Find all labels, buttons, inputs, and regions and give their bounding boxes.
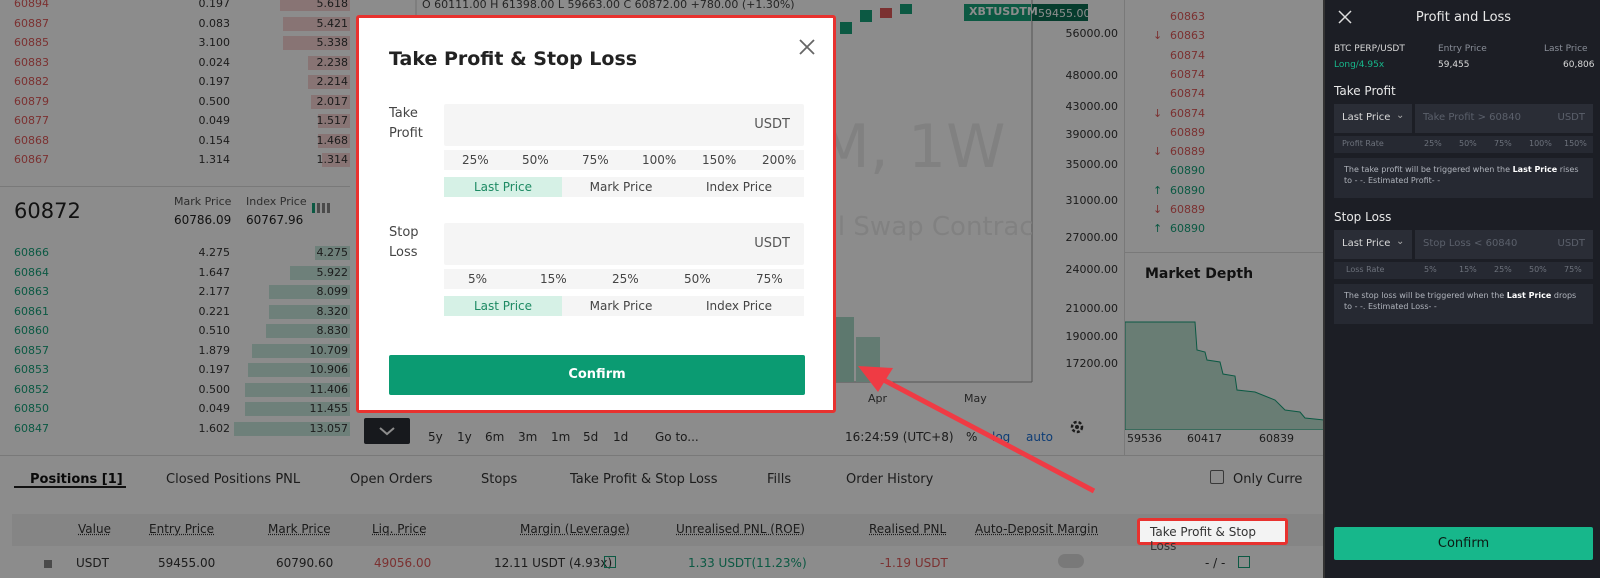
rate-option[interactable]: 15% [1459, 265, 1477, 274]
tpsl-column-header: Take Profit & Stop Loss [1150, 525, 1256, 553]
mobile-tp-note: The take profit will be triggered when t… [1334, 158, 1593, 198]
mobile-tp-select-label: Last Price [1342, 112, 1391, 123]
rate-option[interactable]: 25% [1494, 265, 1512, 274]
take-profit-input[interactable]: USDT [444, 104, 804, 146]
stop-loss-input[interactable]: USDT [444, 223, 804, 265]
chevron-down-icon: ⌄ [1396, 236, 1405, 247]
rate-option[interactable]: 100% [1529, 139, 1552, 148]
rate-option[interactable]: 50% [1529, 265, 1547, 274]
stop-loss-unit: USDT [754, 236, 790, 251]
price-type-option[interactable]: Last Price [444, 296, 562, 316]
percent-option[interactable]: 100% [642, 153, 676, 167]
chevron-down-icon: ⌄ [1396, 110, 1405, 121]
percent-option[interactable]: 50% [522, 153, 549, 167]
mobile-pair: BTC PERP/USDT [1334, 44, 1405, 54]
rate-option[interactable]: 50% [1459, 139, 1477, 148]
rate-option[interactable]: 75% [1564, 265, 1582, 274]
rate-option[interactable]: 25% [1424, 139, 1442, 148]
percent-option[interactable]: 75% [582, 153, 609, 167]
mobile-tp-unit: USDT [1557, 112, 1585, 123]
take-profit-label: Take Profit [389, 106, 423, 141]
percent-option[interactable]: 25% [462, 153, 489, 167]
screenshot-root: 60894 0.197 5.618 60887 0.083 5.421 60885 3.100… [0, 0, 1600, 578]
mobile-sl-price-type-select[interactable]: Last Price ⌄ [1334, 230, 1412, 259]
mobile-tp-placeholder: Take Profit > 60840 [1423, 112, 1521, 123]
mobile-confirm-button[interactable]: Confirm [1334, 527, 1593, 560]
mobile-last-label: Last Price [1544, 44, 1588, 54]
tpsl-modal: Take Profit & Stop Loss Take Profit USDT… [356, 15, 836, 413]
percent-option[interactable]: 150% [702, 153, 736, 167]
sl-note-text: The stop loss will be triggered when the [1344, 291, 1507, 300]
sl-note-bold: Last Price [1506, 291, 1552, 300]
price-type-option[interactable]: Mark Price [562, 177, 680, 197]
rate-option[interactable]: 5% [1424, 265, 1437, 274]
mobile-side: Long/4.95x [1334, 60, 1385, 70]
mobile-sl-input[interactable]: Stop Loss < 60840 USDT [1415, 230, 1593, 259]
price-type-option[interactable]: Index Price [680, 177, 798, 197]
take-profit-unit: USDT [754, 117, 790, 132]
price-type-option[interactable]: Index Price [680, 296, 798, 316]
stop-loss-price-type: Last Price Mark Price Index Price [444, 296, 804, 316]
mobile-stop-loss-title: Stop Loss [1334, 210, 1392, 224]
rate-option[interactable]: 150% [1564, 139, 1587, 148]
mobile-pnl-panel: Profit and Loss BTC PERP/USDT Entry Pric… [1323, 0, 1600, 578]
stop-loss-label: Stop Loss [389, 225, 419, 260]
percent-option[interactable]: 25% [612, 272, 639, 286]
mobile-entry-label: Entry Price [1438, 44, 1487, 54]
profit-rate-label: Profit Rate [1342, 139, 1384, 148]
percent-option[interactable]: 50% [684, 272, 711, 286]
mobile-last-value: 60,806 [1563, 60, 1595, 70]
loss-rate-label: Loss Rate [1346, 265, 1385, 274]
mobile-sl-placeholder: Stop Loss < 60840 [1423, 238, 1518, 249]
tp-note-bold: Last Price [1512, 165, 1558, 174]
mobile-sl-note: The stop loss will be triggered when the… [1334, 284, 1593, 324]
tp-note-text: The take profit will be triggered when t… [1344, 165, 1513, 174]
take-profit-percent-row: 25% 50% 75% 100% 150% 200% [444, 150, 804, 170]
close-icon[interactable] [796, 36, 818, 58]
percent-option[interactable]: 15% [540, 272, 567, 286]
mobile-profit-rate-row: Profit Rate 25% 50% 75% 100% 150% [1334, 136, 1593, 153]
mobile-tp-price-type-select[interactable]: Last Price ⌄ [1334, 104, 1412, 133]
desktop-trading-view: 60894 0.197 5.618 60887 0.083 5.421 60885 3.100… [0, 0, 1323, 578]
mobile-sl-select-label: Last Price [1342, 238, 1391, 249]
mobile-entry-value: 59,455 [1438, 60, 1470, 70]
price-type-option[interactable]: Mark Price [562, 296, 680, 316]
percent-option[interactable]: 200% [762, 153, 796, 167]
tpsl-column-highlight: Take Profit & Stop Loss [1137, 518, 1288, 553]
price-type-option[interactable]: Last Price [444, 177, 562, 197]
modal-title: Take Profit & Stop Loss [389, 48, 638, 70]
percent-option[interactable]: 75% [756, 272, 783, 286]
take-profit-price-type: Last Price Mark Price Index Price [444, 177, 804, 197]
mobile-tp-input[interactable]: Take Profit > 60840 USDT [1415, 104, 1593, 133]
percent-option[interactable]: 5% [468, 272, 487, 286]
mobile-sl-unit: USDT [1557, 238, 1585, 249]
confirm-button[interactable]: Confirm [389, 355, 805, 395]
mobile-loss-rate-row: Loss Rate 5% 15% 25% 50% 75% [1334, 262, 1593, 279]
mobile-take-profit-title: Take Profit [1334, 84, 1396, 98]
stop-loss-percent-row: 5% 15% 25% 50% 75% [444, 269, 804, 289]
mobile-title: Profit and Loss [1415, 10, 1512, 25]
rate-option[interactable]: 75% [1494, 139, 1512, 148]
